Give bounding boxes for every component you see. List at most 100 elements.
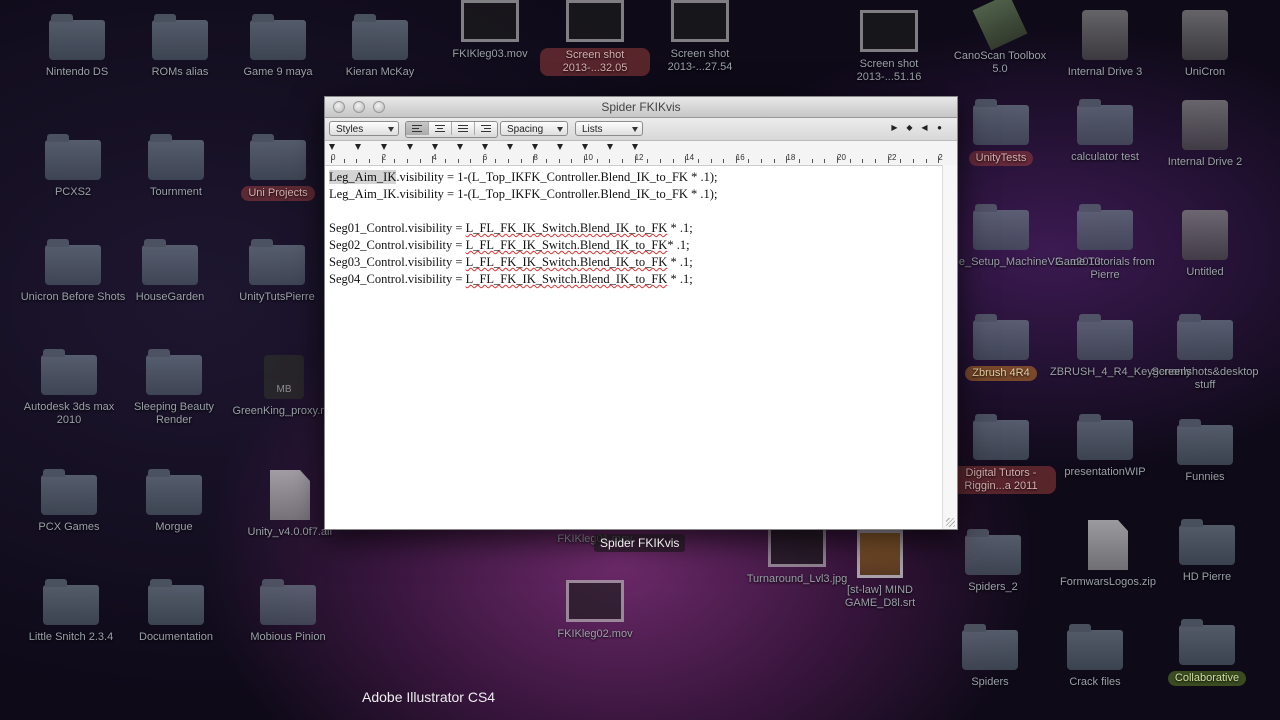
desktop-icon-canoscan-toolbox-5-0[interactable]: CanoScan Toolbox 5.0 [945, 0, 1055, 76]
desktop-icon-spiders[interactable]: Spiders [935, 624, 1045, 689]
ruler-tick [584, 156, 585, 163]
desktop-icon-pcxs2[interactable]: PCXS2 [18, 134, 128, 199]
desktop-icon-screen-shot-2013-32-05[interactable]: Screen shot 2013-...32.05 [540, 0, 650, 76]
tab-stop-icon[interactable] [557, 144, 563, 150]
tab-stop-icon[interactable] [607, 144, 613, 150]
desktop-icon-digital-tutors-riggin-a-2011[interactable]: Digital Tutors - Riggin...a 2011 [946, 414, 1056, 494]
align-right-button[interactable] [475, 122, 497, 135]
desktop-icon-morgue[interactable]: Morgue [119, 469, 229, 534]
right-tab-icon[interactable]: ▶ [889, 122, 900, 133]
desktop-icon-unitytutspierre[interactable]: UnityTutsPierre [222, 239, 332, 304]
tab-stop-icon[interactable] [582, 144, 588, 150]
desktop-icon-hd-pierre[interactable]: HD Pierre [1152, 519, 1262, 584]
tab-stop-icon[interactable] [482, 144, 488, 150]
tab-stop-icon[interactable] [432, 144, 438, 150]
thumb-icon [566, 580, 624, 622]
desktop-icon-unicron-before-shots[interactable]: Unicron Before Shots [18, 239, 128, 304]
desktop-icon-crack-files[interactable]: Crack files [1040, 624, 1150, 689]
resize-grip-icon[interactable] [946, 518, 955, 527]
desktop-icon-screenshots-desktop-stuff[interactable]: Screenshots&desktop stuff [1150, 314, 1260, 392]
lists-popup-label: Lists [582, 124, 603, 135]
desktop-icon-unitytests[interactable]: UnityTests [946, 99, 1056, 166]
desktop-icon-mobious-pinion[interactable]: Mobious Pinion [233, 579, 343, 644]
desktop-icon-screen-shot-2013-27-54[interactable]: Screen shot 2013-...27.54 [645, 0, 755, 74]
ruler[interactable]: 0 2 4 6 8 10 12 14 16 18 20 22 2 [325, 141, 957, 166]
desktop-icon-uni-projects[interactable]: Uni Projects [223, 134, 333, 201]
desktop-icon-internal-drive-3[interactable]: Internal Drive 3 [1050, 10, 1160, 79]
desktop-icon-greenking-proxy-mb[interactable]: MB GreenKing_proxy.mb [229, 355, 339, 418]
center-tab-icon[interactable]: ◆ [904, 122, 915, 133]
desktop-icon-fkikleg02-mov[interactable]: FKIKleg02.mov [540, 580, 650, 641]
desktop-icon-kieran-mckay[interactable]: Kieran McKay [325, 14, 435, 79]
left-tab-icon[interactable]: ◀ [919, 122, 930, 133]
styles-popup[interactable]: Styles [329, 121, 399, 136]
lists-popup[interactable]: Lists [575, 121, 643, 136]
line-segment: * .1; [667, 255, 693, 269]
desktop-icon-formwarslogos-zip[interactable]: FormwarsLogos.zip [1053, 520, 1163, 589]
ruler-tick [748, 159, 750, 163]
desktop-icon-screen-shot-2013-51-16[interactable]: Screen shot 2013-...51.16 [834, 10, 944, 84]
textedit-window[interactable]: Spider FKIKvis Styles Spacing Lists ▶ ◆ … [324, 96, 958, 530]
align-justify-button[interactable] [452, 122, 475, 135]
desktop-icon-the-setup-machinev2-a2013[interactable]: The_Setup_MachineV2...a2013 [946, 204, 1101, 269]
desktop-icon-game-9-maya[interactable]: Game 9 maya [223, 14, 333, 79]
desktop-icon-spiders-2[interactable]: Spiders_2 [938, 529, 1048, 594]
document-text-area[interactable]: Leg_Aim_IK.visibility = 1-(L_Top_IKFK_Co… [325, 166, 957, 291]
desktop-icon-label: Internal Drive 3 [1067, 66, 1143, 78]
ruler-tick [596, 159, 598, 163]
tab-stop-icon[interactable] [457, 144, 463, 150]
spacing-popup[interactable]: Spacing [500, 121, 568, 136]
desktop-icon-zbrush-4r4[interactable]: Zbrush 4R4 [946, 314, 1056, 381]
alignment-group [405, 121, 498, 138]
tab-stop-icon[interactable] [355, 144, 361, 150]
align-center-button[interactable] [429, 122, 452, 135]
desktop-icon-sleeping-beauty-render[interactable]: Sleeping Beauty Render [119, 349, 229, 427]
desktop-icon-tournment[interactable]: Tournment [121, 134, 231, 199]
desktop-icon-calculator-test[interactable]: calculator test [1050, 99, 1160, 164]
desktop-icon-pcx-games[interactable]: PCX Games [14, 469, 124, 534]
desktop-icon-housegarden[interactable]: HouseGarden [115, 239, 225, 304]
document-line: Seg04_Control.visibility = L_FL_FK_IK_Sw… [329, 271, 953, 288]
document-line: Seg02_Control.visibility = L_FL_FK_IK_Sw… [329, 237, 953, 254]
align-left-button[interactable] [406, 122, 429, 135]
desktop-icon-internal-drive-2[interactable]: Internal Drive 2 [1150, 100, 1260, 169]
tab-stop-icon[interactable] [507, 144, 513, 150]
tab-stop-icon[interactable] [407, 144, 413, 150]
doc-icon [1088, 520, 1128, 570]
folder-icon [152, 14, 208, 60]
desktop-icon-nintendo-ds[interactable]: Nintendo DS [22, 14, 132, 79]
desktop-icon-roms-alias[interactable]: ROMs alias [125, 14, 235, 79]
desktop-icon-collaborative[interactable]: Collaborative [1152, 619, 1262, 686]
desktop-icon-label: Mobious Pinion [250, 631, 326, 643]
title-bar[interactable]: Spider FKIKvis [325, 97, 957, 118]
thumb-icon [768, 525, 826, 567]
document-line: Leg_Aim_IK.visibility = 1-(L_Top_IKFK_Co… [329, 169, 953, 186]
desktop-icon-game-tutorials-from-pierre[interactable]: Game Tutorials from Pierre [1050, 204, 1160, 282]
desktop-icon-st-law-mind-game-d8l-srt[interactable]: [st-law] MIND GAME_D8l.srt [825, 530, 935, 610]
desktop-icon-zbrush-4-r4-keygenonly[interactable]: ZBRUSH_4_R4_Keygenonly [1050, 314, 1191, 379]
desktop-icon-fkikleg03-mov[interactable]: FKIKleg03.mov [435, 0, 545, 61]
desktop-icon-funnies[interactable]: Funnies [1150, 419, 1260, 484]
decimal-tab-icon[interactable]: ● [934, 122, 945, 133]
folder-icon [1067, 624, 1123, 670]
chevron-down-icon [632, 127, 638, 132]
tab-stop-icon[interactable] [381, 144, 387, 150]
spacing-popup-label: Spacing [507, 124, 544, 135]
tab-stop-icon[interactable] [632, 144, 638, 150]
desktop-icon-label: Crack files [1069, 676, 1121, 688]
tab-stop-icon[interactable] [532, 144, 538, 150]
desktop-icon-documentation[interactable]: Documentation [121, 579, 231, 644]
ruler-tick [470, 159, 472, 163]
tab-stop-icon[interactable] [329, 144, 335, 150]
desktop-icon-autodesk-3ds-max-2010[interactable]: Autodesk 3ds max 2010 [14, 349, 124, 427]
line-segment: Seg01_Control.visibility = [329, 221, 466, 235]
desktop-icon-presentationwip[interactable]: presentationWIP [1050, 414, 1160, 479]
vertical-scrollbar[interactable] [942, 165, 957, 529]
ruler-tick [533, 156, 535, 163]
desktop-icon-little-snitch-2-3-4[interactable]: Little Snitch 2.3.4 [16, 579, 126, 644]
desktop-icon-untitled[interactable]: Untitled [1150, 210, 1260, 279]
desktop-icon-label: Screen shot 2013-...32.05 [540, 48, 650, 76]
chevron-down-icon [557, 127, 563, 132]
desktop-icon-unicron[interactable]: UniCron [1150, 10, 1260, 79]
document-line: Seg03_Control.visibility = L_FL_FK_IK_Sw… [329, 254, 953, 271]
